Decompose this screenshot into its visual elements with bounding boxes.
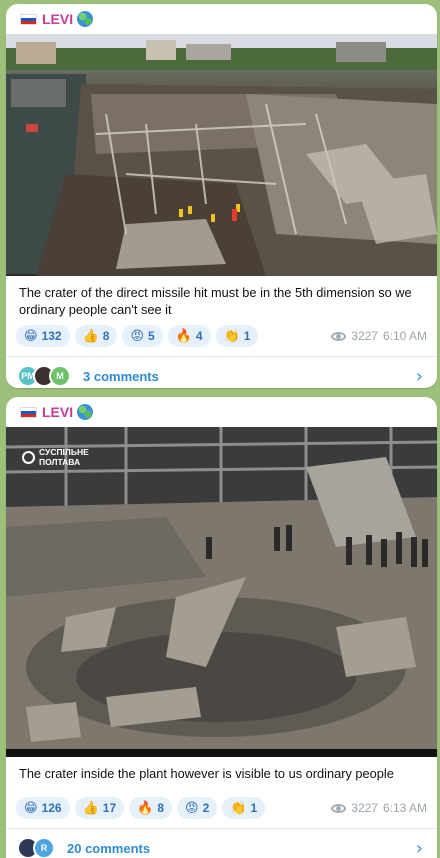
reaction-count: 17 xyxy=(102,801,117,815)
reaction-clap[interactable]: 👏 1 xyxy=(215,325,259,347)
globe-icon xyxy=(77,404,94,420)
fire-icon: 🔥 xyxy=(137,800,154,816)
thumbs-up-icon: 👍 xyxy=(82,800,99,816)
comments-link[interactable]: 20 comments xyxy=(67,841,150,856)
avatar: R xyxy=(33,837,55,858)
reaction-count: 1 xyxy=(250,801,258,815)
reaction-count: 8 xyxy=(157,801,165,815)
broadcaster-logo-icon xyxy=(22,450,35,464)
post-caption: The crater of the direct missile hit mus… xyxy=(19,285,412,317)
comments-link[interactable]: 3 comments xyxy=(83,369,159,384)
post-photo[interactable]: СУСПІЛЬНЕ ПОЛТАВА xyxy=(6,427,437,757)
post-stats: 3227 6:13 AM xyxy=(331,801,427,815)
chevron-right-icon[interactable]: › xyxy=(416,366,423,387)
avatar: M xyxy=(49,365,71,387)
grin-icon: 😁 xyxy=(24,328,38,344)
commenter-avatars: PM M xyxy=(17,365,71,387)
reaction-count: 8 xyxy=(102,329,110,343)
watermark-text: СУСПІЛЬНЕ ПОЛТАВА xyxy=(39,447,89,467)
reaction-fire[interactable]: 🔥 8 xyxy=(129,797,173,819)
chevron-right-icon[interactable]: › xyxy=(416,838,423,858)
clap-icon: 👏 xyxy=(230,800,247,816)
reaction-thumbs-up[interactable]: 👍 8 xyxy=(74,325,118,347)
channel-name[interactable]: LEVI xyxy=(42,11,73,27)
reaction-count: 4 xyxy=(195,329,203,343)
photo-destroyed-mall xyxy=(6,34,437,276)
post-stats: 3227 6:10 AM xyxy=(331,329,427,343)
commenter-avatars: R xyxy=(17,837,55,858)
reaction-angry[interactable]: 😡 2 xyxy=(177,797,218,819)
reaction-grin[interactable]: 😁 132 xyxy=(16,325,70,347)
post-time: 6:10 AM xyxy=(382,329,427,343)
globe-icon xyxy=(77,11,94,27)
post-caption: The crater inside the plant however is v… xyxy=(19,766,394,781)
reaction-clap[interactable]: 👏 1 xyxy=(222,797,266,819)
reaction-count: 5 xyxy=(148,329,155,343)
reactions-bar: 😁 126 👍 17 🔥 8 😡 2 👏 1 xyxy=(16,797,266,819)
channel-name[interactable]: LEVI xyxy=(42,404,73,420)
post-time: 6:13 AM xyxy=(382,801,427,815)
reaction-count: 2 xyxy=(202,801,210,815)
reaction-grin[interactable]: 😁 126 xyxy=(16,797,70,819)
message-post[interactable]: LEVI xyxy=(6,397,437,858)
reaction-count: 126 xyxy=(41,801,62,815)
fire-icon: 🔥 xyxy=(175,328,192,344)
post-meta: 😁 126 👍 17 🔥 8 😡 2 👏 1 3227 6:13 AM xyxy=(6,796,437,820)
message-post[interactable]: LEVI xyxy=(6,4,437,388)
grin-icon: 😁 xyxy=(24,800,38,816)
reaction-count: 1 xyxy=(243,329,251,343)
reaction-angry[interactable]: 😡 5 xyxy=(122,325,163,347)
thumbs-up-icon: 👍 xyxy=(82,328,99,344)
angry-face-icon: 😡 xyxy=(185,800,199,816)
view-count: 3227 xyxy=(351,801,378,815)
post-meta: 😁 132 👍 8 😡 5 🔥 4 👏 1 3227 6:10 AM xyxy=(6,324,437,348)
clap-icon: 👏 xyxy=(223,328,240,344)
post-photo[interactable] xyxy=(6,34,437,276)
view-count: 3227 xyxy=(351,329,378,343)
reactions-bar: 😁 132 👍 8 😡 5 🔥 4 👏 1 xyxy=(16,325,259,347)
reaction-fire[interactable]: 🔥 4 xyxy=(167,325,211,347)
comments-bar[interactable]: R 20 comments › xyxy=(6,829,437,858)
channel-header[interactable]: LEVI xyxy=(6,397,437,427)
reaction-count: 132 xyxy=(41,329,62,343)
comments-bar[interactable]: PM M 3 comments › xyxy=(6,357,437,388)
russia-flag-icon xyxy=(20,406,37,418)
eye-icon xyxy=(331,331,347,341)
photo-watermark: СУСПІЛЬНЕ ПОЛТАВА xyxy=(22,447,89,467)
photo-crater-plant xyxy=(6,427,437,757)
channel-header[interactable]: LEVI xyxy=(6,4,437,34)
reaction-thumbs-up[interactable]: 👍 17 xyxy=(74,797,125,819)
russia-flag-icon xyxy=(20,13,37,25)
angry-face-icon: 😡 xyxy=(130,328,145,344)
eye-icon xyxy=(331,803,347,813)
